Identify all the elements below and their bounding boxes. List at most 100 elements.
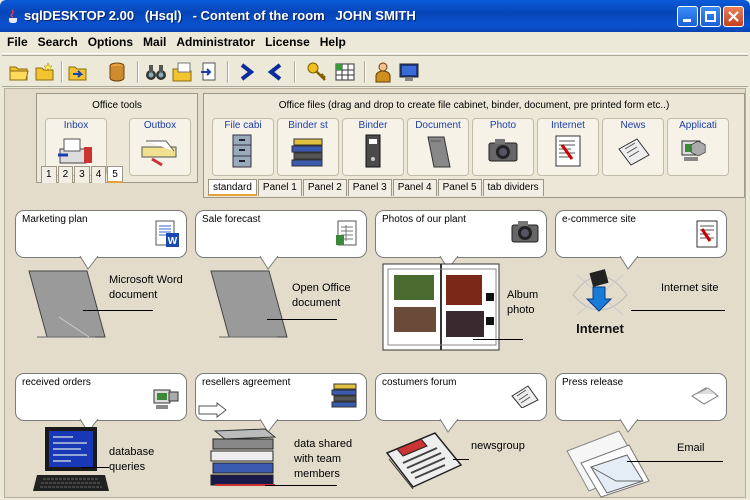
menu-file[interactable]: File <box>2 32 33 52</box>
tool-application[interactable]: Applicati <box>667 118 729 176</box>
tab-panel-1[interactable]: Panel 1 <box>257 179 302 196</box>
tab-3[interactable]: 3 <box>74 166 90 183</box>
tab-panel-4[interactable]: Panel 4 <box>392 179 437 196</box>
svg-text:Internet: Internet <box>576 321 624 336</box>
tab-2[interactable]: 2 <box>57 166 74 183</box>
tool-binder-stack[interactable]: Binder st <box>277 118 339 176</box>
tool-label: Inbox <box>63 120 89 131</box>
tool-binder[interactable]: Binder <box>342 118 404 176</box>
menu-help[interactable]: Help <box>315 32 351 52</box>
card-title: Sale forecast <box>202 214 261 225</box>
card-title: received orders <box>22 377 91 388</box>
tool-label: Photo <box>489 120 517 131</box>
menu-mail[interactable]: Mail <box>138 32 171 52</box>
folder-icon <box>210 270 288 338</box>
caption-costumers-forum: newsgroup <box>471 440 525 452</box>
back-folder-icon[interactable] <box>67 61 89 83</box>
caption-photos: Album photo <box>507 289 539 316</box>
tab-panel-5[interactable]: Panel 5 <box>437 179 482 196</box>
caption-sale-forecast: Open Office document <box>292 282 351 309</box>
newspaper-icon <box>385 432 463 490</box>
open-folder-icon[interactable] <box>8 61 30 83</box>
close-icon <box>728 11 739 22</box>
tab-1[interactable]: 1 <box>41 166 57 183</box>
spreadsheet-icon <box>336 220 357 246</box>
card-title: costumers forum <box>382 377 457 388</box>
tool-file-cabinet[interactable]: File cabi <box>212 118 274 176</box>
card-title: resellers agreement <box>202 377 291 388</box>
tool-outbox[interactable]: Outbox <box>129 118 191 176</box>
monitor-icon[interactable] <box>398 61 420 83</box>
shared-arrow-icon <box>198 402 227 418</box>
camera-icon <box>488 139 518 162</box>
tool-photo[interactable]: Photo <box>472 118 534 176</box>
envelope-icon <box>566 430 650 498</box>
menu-bar: File Search Options Mail Administrator Licens… <box>2 32 748 54</box>
caption-press-release: Email <box>677 442 705 454</box>
next-icon[interactable] <box>236 61 258 83</box>
menu-license[interactable]: License <box>260 32 315 52</box>
folders-icon[interactable] <box>172 61 194 83</box>
binder-stack-icon <box>291 138 323 167</box>
folder-icon <box>28 270 106 338</box>
office-files-title: Office files (drag and drop to create fi… <box>278 100 670 111</box>
card-title: Photos of our plant <box>382 214 466 225</box>
tool-label: Outbox <box>143 120 177 131</box>
java-cup-icon <box>9 9 17 24</box>
word-doc-icon: W <box>155 220 179 247</box>
tab-dividers[interactable]: tab dividers <box>482 179 544 196</box>
card-received-orders[interactable]: received orders <box>15 373 187 433</box>
card-costumers-forum[interactable]: costumers forum <box>375 373 547 433</box>
internet-icon <box>555 135 581 167</box>
card-title: Marketing plan <box>22 214 88 225</box>
caption-received-orders: database queries <box>109 446 155 473</box>
export-icon[interactable] <box>198 61 220 83</box>
card-press-release[interactable]: Press release <box>555 373 727 433</box>
toolbar <box>2 55 748 87</box>
database-icon[interactable] <box>106 61 128 83</box>
office-tools-title: Office tools <box>92 100 142 111</box>
tab-standard[interactable]: standard <box>208 179 257 196</box>
close-button[interactable] <box>723 6 744 27</box>
grid-icon[interactable] <box>334 61 356 83</box>
tool-label: Binder st <box>288 120 328 131</box>
card-sale-forecast[interactable]: Sale forecast <box>195 210 367 270</box>
menu-search[interactable]: Search <box>33 32 83 52</box>
internet-logo-icon: Internet <box>572 269 628 336</box>
tool-label: Applicati <box>679 120 717 131</box>
tab-panel-2[interactable]: Panel 2 <box>302 179 347 196</box>
svg-text:W: W <box>168 236 178 247</box>
tool-label: Internet <box>551 120 585 131</box>
office-files-tabs: standard Panel 1 Panel 2 Panel 3 Panel 4… <box>208 179 545 196</box>
tool-document[interactable]: Document <box>407 118 469 176</box>
office-tools-panel: Office tools Inbox Outbox 1 2 3 4 5 <box>36 93 198 183</box>
tab-4[interactable]: 4 <box>90 166 107 183</box>
title-bar: sqlDESKTOP 2.00 (Hsql) - Content of the … <box>0 0 750 32</box>
card-photos-of-our-plant[interactable]: Photos of our plant <box>375 210 547 270</box>
previous-icon[interactable] <box>264 61 286 83</box>
tool-internet[interactable]: Internet <box>537 118 599 176</box>
document-icon <box>427 136 451 168</box>
app-icon <box>153 389 179 409</box>
office-tools-tabs: 1 2 3 4 5 <box>41 166 124 183</box>
user-icon[interactable] <box>372 61 394 83</box>
tool-label: Document <box>415 120 461 131</box>
tool-news[interactable]: News <box>602 118 664 176</box>
internet-doc-icon <box>696 220 718 248</box>
photo-album-icon <box>382 263 500 351</box>
tab-5[interactable]: 5 <box>107 166 123 183</box>
binder-icon <box>365 134 381 168</box>
maximize-button[interactable] <box>700 6 721 27</box>
binders-icon <box>331 383 357 408</box>
card-resellers-agreement[interactable]: resellers agreement <box>195 373 367 433</box>
card-e-commerce-site[interactable]: e-commerce site <box>555 210 727 270</box>
new-folder-icon[interactable] <box>34 61 56 83</box>
minimize-button[interactable] <box>677 6 698 27</box>
key-icon[interactable] <box>306 61 328 83</box>
menu-options[interactable]: Options <box>83 32 138 52</box>
card-marketing-plan[interactable]: Marketing plan W <box>15 210 187 270</box>
binoculars-icon[interactable] <box>145 61 167 83</box>
menu-administrator[interactable]: Administrator <box>171 32 260 52</box>
tab-panel-3[interactable]: Panel 3 <box>347 179 392 196</box>
tool-label: File cabi <box>224 120 262 131</box>
